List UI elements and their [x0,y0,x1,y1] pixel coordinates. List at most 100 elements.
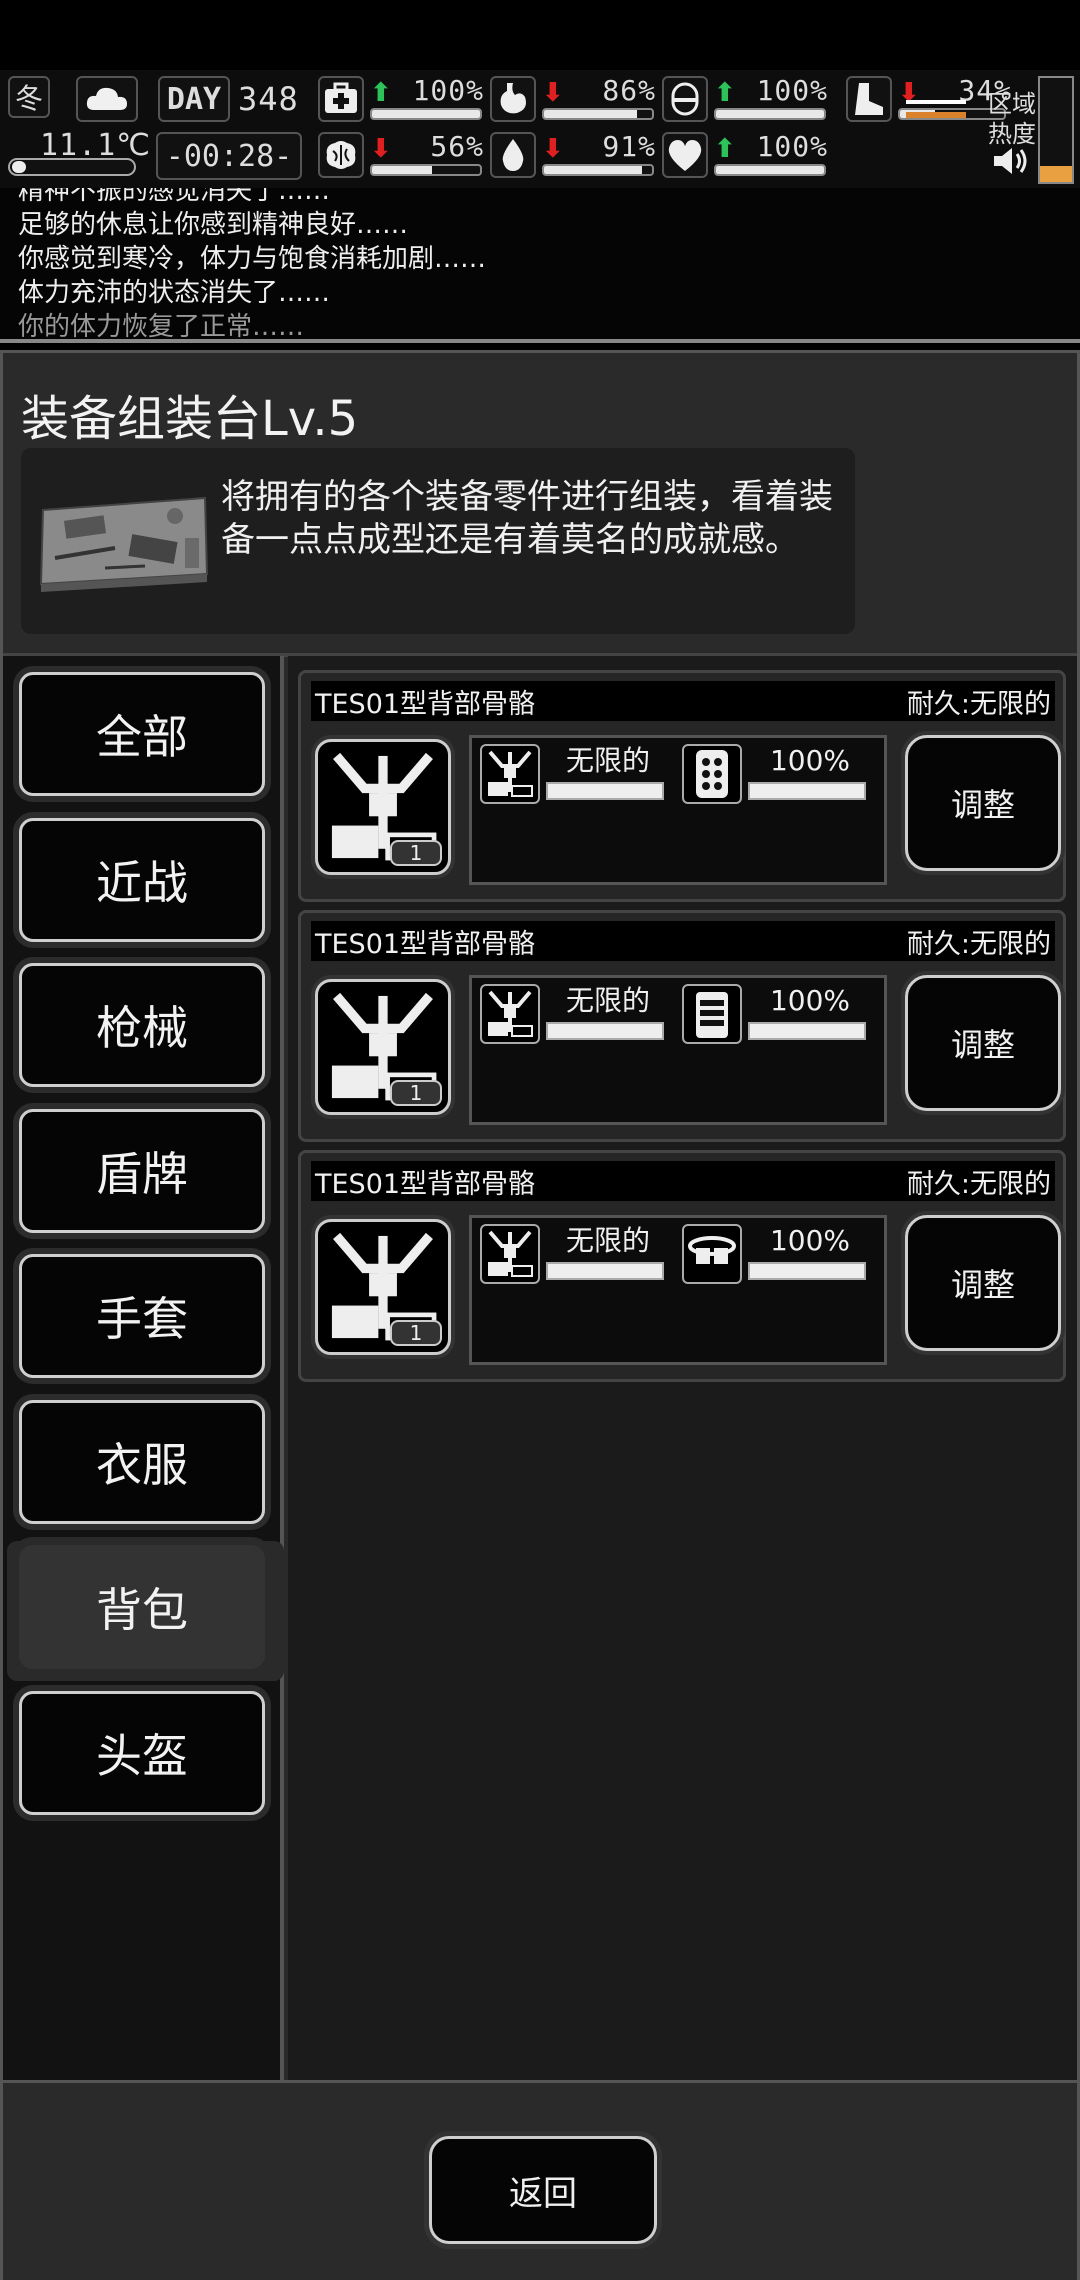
day-label: DAY [166,81,222,117]
equipment-durability: 耐久:无限的 [906,1168,1051,1200]
component-value: 无限的 [565,744,650,777]
brain-icon [318,132,364,178]
stamina-bar [714,108,826,120]
category-tab-0[interactable]: 全部 [19,672,265,796]
season-badge: 冬 [8,76,50,118]
equipment-name: TES01型背部骨骼 [315,688,536,720]
category-tab-5[interactable]: 衣服 [19,1399,265,1524]
component-bar [546,1022,664,1040]
event-log: 精神不振的感觉消失了…… 足够的休息让你感到精神良好…… 你感觉到寒冷，体力与饱食消… [0,188,1080,343]
exoskeleton-icon [480,984,540,1044]
component-value: 100% [769,1224,851,1257]
footer-bar: 返回 [3,2080,1077,2280]
mood-value: 100% [756,130,828,163]
clock-time: -00:28- [165,138,293,174]
equipment-list: TES01型背部骨骼 耐久:无限的 1 无限的 100% 调整 TES01型背部骨骼 耐久:无… [288,656,1077,2080]
exoskeleton-icon[interactable]: 1 [315,739,451,875]
log-line: 足够的休息让你感到精神良好…… [18,210,409,240]
component-value: 100% [769,984,851,1017]
status-hud: 冬 11.1℃ DAY 348 -00:28- ⬆ 100% ⬇ 86% ⬆ 100% ⬇ 5… [0,70,1080,188]
component-slot[interactable]: 100% [682,984,878,1044]
equipment-name: TES01型背部骨骼 [315,928,536,960]
adjust-button[interactable]: 调整 [905,1215,1061,1351]
back-button[interactable]: 返回 [429,2136,657,2244]
day-badge: DAY [158,76,230,122]
workbench-image [35,488,211,598]
equipment-header: TES01型背部骨骼 耐久:无限的 [311,1161,1055,1201]
cloudy-weather-icon [76,76,138,122]
component-slots: 无限的 100% [469,735,887,885]
equipment-card: TES01型背部骨骼 耐久:无限的 1 无限的 100% 调整 [298,910,1066,1142]
equipment-card: TES01型背部骨骼 耐久:无限的 1 无限的 100% 调整 [298,1150,1066,1382]
log-line: 精神不振的感觉消失了…… [18,188,331,206]
component-slot[interactable]: 无限的 [480,984,676,1044]
thirst-bar [542,164,654,176]
category-tab-2[interactable]: 枪械 [19,963,265,1087]
sanity-bar [370,164,482,176]
exoskeleton-icon [480,744,540,804]
component-bar [546,782,664,800]
clock-display: -00:28- [156,132,302,180]
component-bar [748,782,866,800]
category-sidebar: 全部近战枪械盾牌手套衣服背包头盔 [3,656,284,2080]
equipment-header: TES01型背部骨骼 耐久:无限的 [311,921,1055,961]
day-counter: 348 [238,80,299,118]
component-value: 100% [769,744,851,777]
station-description-box: 将拥有的各个装备零件进行组装，看着装备一点点成型还是有着莫名的成就感。 [21,448,855,634]
health-value: 100% [412,74,484,107]
log-line: 体力充沛的状态消失了…… [18,278,331,308]
storage-box-icon [682,984,742,1044]
exoskeleton-icon [480,1224,540,1284]
component-value: 无限的 [565,1224,650,1257]
pill-icon [662,76,708,122]
component-bar [748,1262,866,1280]
energy-orange-bar [906,100,966,104]
stomach-icon [490,76,536,122]
component-slot[interactable]: 无限的 [480,1224,676,1284]
category-tab-4[interactable]: 手套 [19,1254,265,1378]
exoskeleton-icon[interactable]: 1 [315,979,451,1115]
hunger-value: 86% [602,74,656,107]
equipment-card: TES01型背部骨骼 耐久:无限的 1 无限的 100% 调整 [298,670,1066,902]
component-slot[interactable]: 无限的 [480,744,676,804]
temperature-value: 11.1℃ [40,128,151,163]
belt-pouch-icon [682,1224,742,1284]
speaker-icon[interactable] [990,144,1030,180]
station-description: 将拥有的各个装备零件进行组装，看着装备一点点成型还是有着莫名的成就感。 [221,477,833,560]
component-bar [546,1262,664,1280]
item-count-badge: 1 [390,840,442,866]
item-count-badge: 1 [390,1320,442,1346]
energy-orange-bar-2 [906,112,966,118]
zone-heat-gauge [1038,76,1074,184]
component-slot[interactable]: 100% [682,744,878,804]
log-line: 你感觉到寒冷，体力与饱食消耗加剧…… [18,244,487,274]
season-label: 冬 [14,82,43,115]
category-tab-7[interactable]: 头盔 [19,1690,265,1815]
equipment-name: TES01型背部骨骼 [315,1168,536,1200]
component-value: 无限的 [565,984,650,1017]
health-bar [370,108,482,120]
component-slot[interactable]: 100% [682,1224,878,1284]
component-slots: 无限的 100% [469,1215,887,1365]
adjust-button[interactable]: 调整 [905,975,1061,1111]
first-aid-icon [318,76,364,122]
water-drop-icon [490,132,536,178]
adjust-button[interactable]: 调整 [905,735,1061,871]
plate-module-icon [682,744,742,804]
category-tab-6[interactable]: 背包 [19,1545,265,1669]
category-tab-3[interactable]: 盾牌 [19,1108,265,1233]
exoskeleton-icon[interactable]: 1 [315,1219,451,1355]
thirst-value: 91% [602,130,656,163]
component-slots: 无限的 100% [469,975,887,1125]
heart-icon [662,132,708,178]
equipment-durability: 耐久:无限的 [906,688,1051,720]
sanity-value: 56% [430,130,484,163]
station-title: 装备组装台Lv.5 [21,391,359,447]
equipment-header: TES01型背部骨骼 耐久:无限的 [311,681,1055,721]
component-bar [748,1022,866,1040]
log-line: 你的体力恢复了正常…… [18,312,305,342]
category-tab-1[interactable]: 近战 [19,817,265,942]
item-count-badge: 1 [390,1080,442,1106]
hunger-bar [542,108,654,120]
equipment-durability: 耐久:无限的 [906,928,1051,960]
